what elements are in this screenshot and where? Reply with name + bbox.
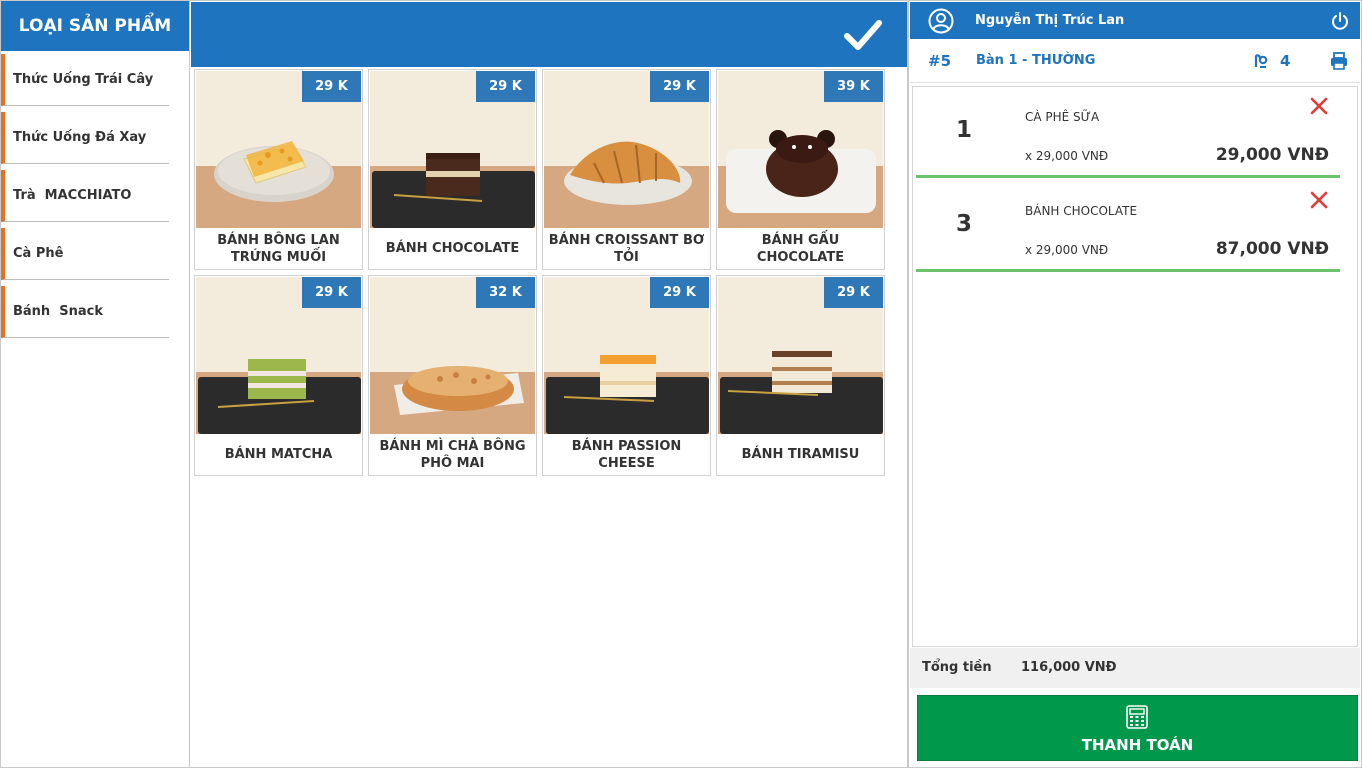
product-card[interactable]: 29 K BÁNH BÔNG LAN TRỨNG MUỐI xyxy=(194,69,363,270)
power-icon[interactable] xyxy=(1330,11,1350,31)
product-name: BÁNH CHOCOLATE xyxy=(385,241,520,256)
order-item[interactable]: 1 CÀ PHÊ SỮA x 29,000 VNĐ 29,000 VNĐ xyxy=(916,87,1340,178)
item-quantity[interactable]: 1 xyxy=(956,117,972,143)
table-bar: #5 Bàn 1 - THƯỜNG 4 xyxy=(910,39,1360,83)
product-name: BÁNH MÌ CHÀ BÔNG PHÔ MAI xyxy=(379,438,526,471)
category-item-coffee[interactable]: Cà Phê xyxy=(1,228,169,280)
product-name: BÁNH MATCHA xyxy=(224,447,333,462)
item-unit-price: x 29,000 VNĐ xyxy=(1025,149,1109,163)
price-badge: 29 K xyxy=(302,71,361,102)
calculator-icon xyxy=(1126,705,1148,729)
item-name: BÁNH CHOCOLATE xyxy=(1025,204,1138,218)
category-item-macchiato-tea[interactable]: Trà MACCHIATO xyxy=(1,170,169,222)
order-item[interactable]: 3 BÁNH CHOCOLATE x 29,000 VNĐ 87,000 VNĐ xyxy=(916,181,1340,272)
guest-count[interactable]: 4 xyxy=(1280,39,1290,83)
price-badge: 39 K xyxy=(824,71,883,102)
order-list: 1 CÀ PHÊ SỮA x 29,000 VNĐ 29,000 VNĐ 3 B… xyxy=(912,86,1358,647)
item-total: 87,000 VNĐ xyxy=(1215,239,1329,259)
pay-button[interactable]: THANH TOÁN xyxy=(917,695,1358,761)
total-label: Tổng tiền xyxy=(922,660,992,675)
total-value: 116,000 VNĐ xyxy=(1021,660,1117,675)
price-badge: 32 K xyxy=(476,277,535,308)
price-badge: 29 K xyxy=(824,277,883,308)
pay-button-label: THANH TOÁN xyxy=(1081,736,1194,754)
category-item-snack[interactable]: Bánh Snack xyxy=(1,286,169,338)
product-card[interactable]: 29 K BÁNH CROISSANT BƠ TỎI xyxy=(542,69,711,270)
product-card[interactable]: 29 K BÁNH MATCHA xyxy=(194,275,363,476)
price-badge: 29 K xyxy=(302,277,361,308)
check-icon[interactable] xyxy=(843,18,883,52)
product-name: BÁNH TIRAMISU xyxy=(741,447,860,462)
product-name: BÁNH GẤU CHOCOLATE xyxy=(756,232,845,265)
product-name: BÁNH PASSION CHEESE xyxy=(571,438,682,471)
product-panel-header xyxy=(191,2,907,67)
product-card[interactable]: 32 K BÁNH MÌ CHÀ BÔNG PHÔ MAI xyxy=(368,275,537,476)
item-name: CÀ PHÊ SỮA xyxy=(1025,110,1100,124)
order-number: #5 xyxy=(928,52,952,70)
category-panel-title: LOẠI SẢN PHẨM xyxy=(1,1,189,51)
item-total: 29,000 VNĐ xyxy=(1215,145,1329,165)
user-name: Nguyễn Thị Trúc Lan xyxy=(975,13,1125,28)
pos-screen: LOẠI SẢN PHẨM Thức Uống Trái Cây Thức Uố… xyxy=(0,0,1362,768)
category-item-fruit-drinks[interactable]: Thức Uống Trái Cây xyxy=(1,54,169,106)
category-item-ice-blended[interactable]: Thức Uống Đá Xay xyxy=(1,112,169,164)
total-bar: Tổng tiền 116,000 VNĐ xyxy=(910,648,1360,688)
user-circle-icon[interactable] xyxy=(928,8,954,34)
printer-icon[interactable] xyxy=(1330,52,1348,70)
price-badge: 29 K xyxy=(650,71,709,102)
product-card[interactable]: 29 K BÁNH CHOCOLATE xyxy=(368,69,537,270)
close-icon[interactable] xyxy=(1310,191,1328,209)
item-unit-price: x 29,000 VNĐ xyxy=(1025,243,1109,257)
item-quantity[interactable]: 3 xyxy=(956,211,972,237)
close-icon[interactable] xyxy=(1310,97,1328,115)
guest-icon xyxy=(1254,54,1268,68)
product-name: BÁNH CROISSANT BƠ TỎI xyxy=(548,232,705,265)
category-panel: LOẠI SẢN PHẨM Thức Uống Trái Cây Thức Uố… xyxy=(0,0,190,768)
user-bar: Nguyễn Thị Trúc Lan xyxy=(910,2,1360,39)
product-name: BÁNH BÔNG LAN TRỨNG MUỐI xyxy=(217,232,340,265)
price-badge: 29 K xyxy=(476,71,535,102)
product-card[interactable]: 29 K BÁNH TIRAMISU xyxy=(716,275,885,476)
price-badge: 29 K xyxy=(650,277,709,308)
table-name[interactable]: Bàn 1 - THƯỜNG xyxy=(976,39,1095,83)
product-card[interactable]: 29 K BÁNH PASSION CHEESE xyxy=(542,275,711,476)
product-card[interactable]: 39 K BÁNH GẤU CHOCOLATE xyxy=(716,69,885,270)
product-panel: 29 K BÁNH BÔNG LAN TRỨNG MUỐI 29 K BÁNH … xyxy=(190,0,908,768)
order-panel: Nguyễn Thị Trúc Lan #5 Bàn 1 - THƯỜNG 4 xyxy=(908,0,1362,768)
